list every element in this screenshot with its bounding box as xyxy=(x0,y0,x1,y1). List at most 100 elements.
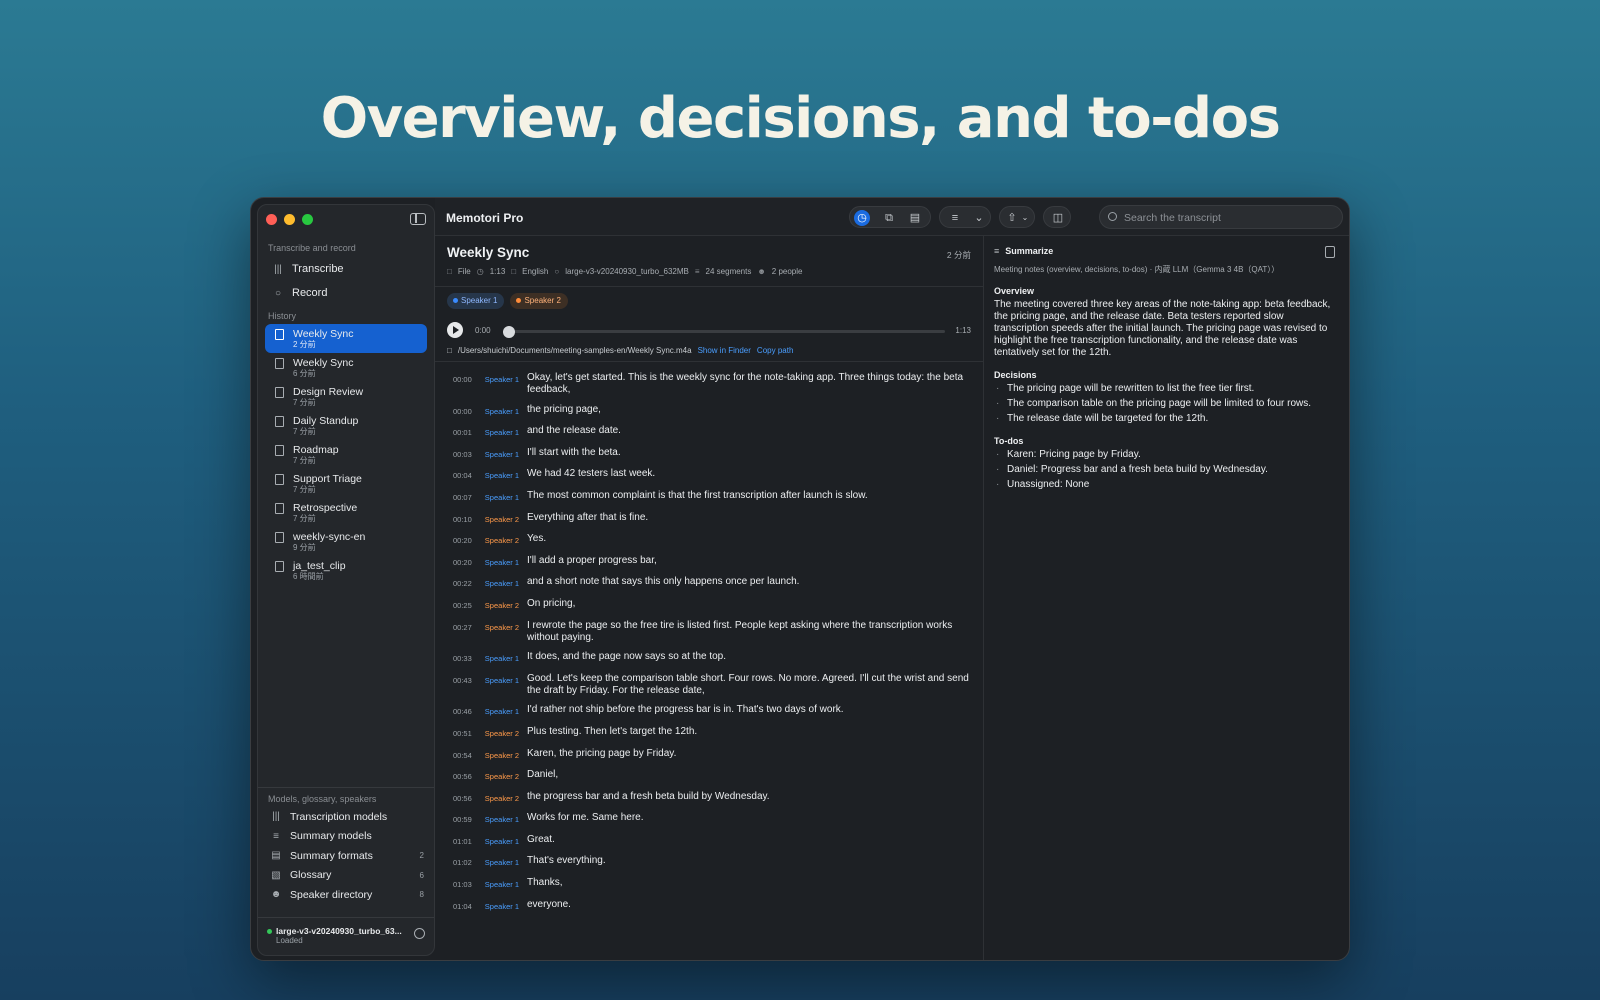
segment-speaker[interactable]: Speaker 2 xyxy=(483,598,527,612)
history-item[interactable]: Design Review 7 分前 xyxy=(265,382,427,411)
segment-speaker[interactable]: Speaker 2 xyxy=(483,512,527,526)
segment-speaker[interactable]: Speaker 1 xyxy=(483,673,527,697)
transcript-segment[interactable]: 00:33 Speaker 1 It does, and the page now … xyxy=(447,651,971,665)
segment-timestamp[interactable]: 00:01 xyxy=(447,425,483,439)
transcript-segment[interactable]: 00:00 Speaker 1 the pricing page, xyxy=(447,404,971,418)
segment-speaker[interactable]: Speaker 1 xyxy=(483,651,527,665)
segment-speaker[interactable]: Speaker 2 xyxy=(483,533,527,547)
speaker-chip-2[interactable]: Speaker 2 xyxy=(510,293,568,309)
transcript-segment[interactable]: 00:04 Speaker 1 We had 42 testers last wee… xyxy=(447,468,971,482)
transcript-segment[interactable]: 00:27 Speaker 2I rewrote the page so the … xyxy=(447,620,971,644)
segment-timestamp[interactable]: 00:04 xyxy=(447,468,483,482)
history-item[interactable]: ja_test_clip 6 時間前 xyxy=(265,556,427,585)
segment-timestamp[interactable]: 00:27 xyxy=(447,620,483,644)
segment-speaker[interactable]: Speaker 2 xyxy=(483,791,527,805)
segment-timestamp[interactable]: 00:00 xyxy=(447,372,483,396)
segment-timestamp[interactable]: 00:25 xyxy=(447,598,483,612)
segment-timestamp[interactable]: 00:46 xyxy=(447,704,483,718)
copy-icon[interactable]: ⧉ xyxy=(882,211,896,225)
speaker-chip-1[interactable]: Speaker 1 xyxy=(447,293,505,309)
document-icon[interactable]: ▤ xyxy=(908,211,922,225)
search-field[interactable]: Search the transcript xyxy=(1099,205,1343,229)
transcript-segment[interactable]: 01:03 Speaker 1 Thanks, xyxy=(447,877,971,891)
segment-speaker[interactable]: Speaker 1 xyxy=(483,372,527,396)
transcript-segment[interactable]: 00:59 Speaker 1 Works for me. Same here. xyxy=(447,812,971,826)
segment-timestamp[interactable]: 00:33 xyxy=(447,651,483,665)
segment-timestamp[interactable]: 00:20 xyxy=(447,533,483,547)
segment-speaker[interactable]: Speaker 1 xyxy=(483,704,527,718)
segment-speaker[interactable]: Speaker 1 xyxy=(483,468,527,482)
zoom-window-button[interactable] xyxy=(302,214,313,225)
transcript-segment[interactable]: 00:20 Speaker 2 Yes. xyxy=(447,533,971,547)
transcript-segment[interactable]: 00:56 Speaker 2 the progress bar and a fre… xyxy=(447,791,971,805)
transcript-segment[interactable]: 00:25 Speaker 2 On pricing, xyxy=(447,598,971,612)
history-item[interactable]: weekly-sync-en 9 分前 xyxy=(265,527,427,556)
segment-speaker[interactable]: Speaker 1 xyxy=(483,812,527,826)
inspector-toggle[interactable]: ◫ xyxy=(1043,206,1071,228)
copy-path-link[interactable]: Copy path xyxy=(757,346,793,355)
summary-models-item[interactable]: ≡ Summary models xyxy=(258,827,434,847)
history-item[interactable]: Daily Standup 7 分前 xyxy=(265,411,427,440)
transcribe-button[interactable]: ||| Transcribe xyxy=(258,257,434,281)
segment-speaker[interactable]: Speaker 1 xyxy=(483,899,527,913)
history-item[interactable]: Weekly Sync 6 分前 xyxy=(265,353,427,382)
segment-timestamp[interactable]: 00:43 xyxy=(447,673,483,697)
speaker-directory-item[interactable]: ☻ Speaker directory 8 xyxy=(258,885,434,905)
gear-icon[interactable] xyxy=(414,928,425,939)
transcript-segment[interactable]: 00:01 Speaker 1 and the release date. xyxy=(447,425,971,439)
transcript-segment[interactable]: 01:02 Speaker 1 That's everything. xyxy=(447,855,971,869)
show-in-finder-link[interactable]: Show in Finder xyxy=(698,346,751,355)
summary-formats-item[interactable]: ▤ Summary formats 2 xyxy=(258,846,434,866)
segment-speaker[interactable]: Speaker 2 xyxy=(483,726,527,740)
transcript-segment[interactable]: 00:54 Speaker 2 Karen, the pricing page by… xyxy=(447,748,971,762)
history-item[interactable]: Support Triage 7 分前 xyxy=(265,469,427,498)
format-menu[interactable]: ≡ ⌄ xyxy=(939,206,991,228)
segment-timestamp[interactable]: 01:02 xyxy=(447,855,483,869)
close-window-button[interactable] xyxy=(266,214,277,225)
transcript-segment[interactable]: 00:10 Speaker 2 Everything after that is f… xyxy=(447,512,971,526)
segment-timestamp[interactable]: 01:04 xyxy=(447,899,483,913)
segment-speaker[interactable]: Speaker 1 xyxy=(483,576,527,590)
segment-timestamp[interactable]: 00:10 xyxy=(447,512,483,526)
segment-speaker[interactable]: Speaker 1 xyxy=(483,425,527,439)
copy-icon[interactable] xyxy=(1325,246,1335,258)
segment-speaker[interactable]: Speaker 1 xyxy=(483,855,527,869)
record-button[interactable]: ○ Record xyxy=(258,281,434,305)
segment-speaker[interactable]: Speaker 1 xyxy=(483,834,527,848)
share-menu[interactable]: ⇧ ⌄ xyxy=(999,206,1035,228)
segment-speaker[interactable]: Speaker 1 xyxy=(483,555,527,569)
transcript-segment[interactable]: 00:46 Speaker 1 I'd rather not ship before… xyxy=(447,704,971,718)
segment-speaker[interactable]: Speaker 2 xyxy=(483,748,527,762)
segment-timestamp[interactable]: 00:22 xyxy=(447,576,483,590)
segment-speaker[interactable]: Speaker 1 xyxy=(483,447,527,461)
transcript-segment[interactable]: 01:01 Speaker 1 Great. xyxy=(447,834,971,848)
history-item[interactable]: Roadmap 7 分前 xyxy=(265,440,427,469)
glossary-item[interactable]: ▧ Glossary 6 xyxy=(258,866,434,886)
transcript-segment[interactable]: 00:07 Speaker 1 The most common complaint … xyxy=(447,490,971,504)
transcript-segment[interactable]: 00:22 Speaker 1 and a short note that says… xyxy=(447,576,971,590)
play-button[interactable] xyxy=(447,322,463,338)
segment-speaker[interactable]: Speaker 2 xyxy=(483,769,527,783)
segment-timestamp[interactable]: 00:20 xyxy=(447,555,483,569)
transcript-segment[interactable]: 00:00 Speaker 1 Okay, let's get started. T… xyxy=(447,372,971,396)
playback-scrubber[interactable] xyxy=(503,326,945,338)
transcript-segment[interactable]: 00:43 Speaker 1 Good. Let's keep the compa… xyxy=(447,673,971,697)
segment-timestamp[interactable]: 00:07 xyxy=(447,490,483,504)
transcript-segment[interactable]: 01:04 Speaker 1 everyone. xyxy=(447,899,971,913)
history-item[interactable]: Weekly Sync 2 分前 xyxy=(265,324,427,353)
scrubber-knob[interactable] xyxy=(503,326,515,338)
transcript-segment[interactable]: 00:03 Speaker 1 I'll start with the beta. xyxy=(447,447,971,461)
transcript-segment[interactable]: 00:20 Speaker 1 I'll add a proper progress… xyxy=(447,555,971,569)
segment-timestamp[interactable]: 00:56 xyxy=(447,791,483,805)
segment-timestamp[interactable]: 00:56 xyxy=(447,769,483,783)
clock-icon[interactable]: ◷ xyxy=(854,210,870,226)
segment-timestamp[interactable]: 00:54 xyxy=(447,748,483,762)
segment-timestamp[interactable]: 00:00 xyxy=(447,404,483,418)
segment-timestamp[interactable]: 00:59 xyxy=(447,812,483,826)
history-item[interactable]: Retrospective 7 分前 xyxy=(265,498,427,527)
transcript-segment[interactable]: 00:51 Speaker 2 Plus testing. Then let's t… xyxy=(447,726,971,740)
segment-speaker[interactable]: Speaker 1 xyxy=(483,877,527,891)
segment-speaker[interactable]: Speaker 2 xyxy=(483,620,527,644)
segment-timestamp[interactable]: 01:01 xyxy=(447,834,483,848)
minimize-window-button[interactable] xyxy=(284,214,295,225)
